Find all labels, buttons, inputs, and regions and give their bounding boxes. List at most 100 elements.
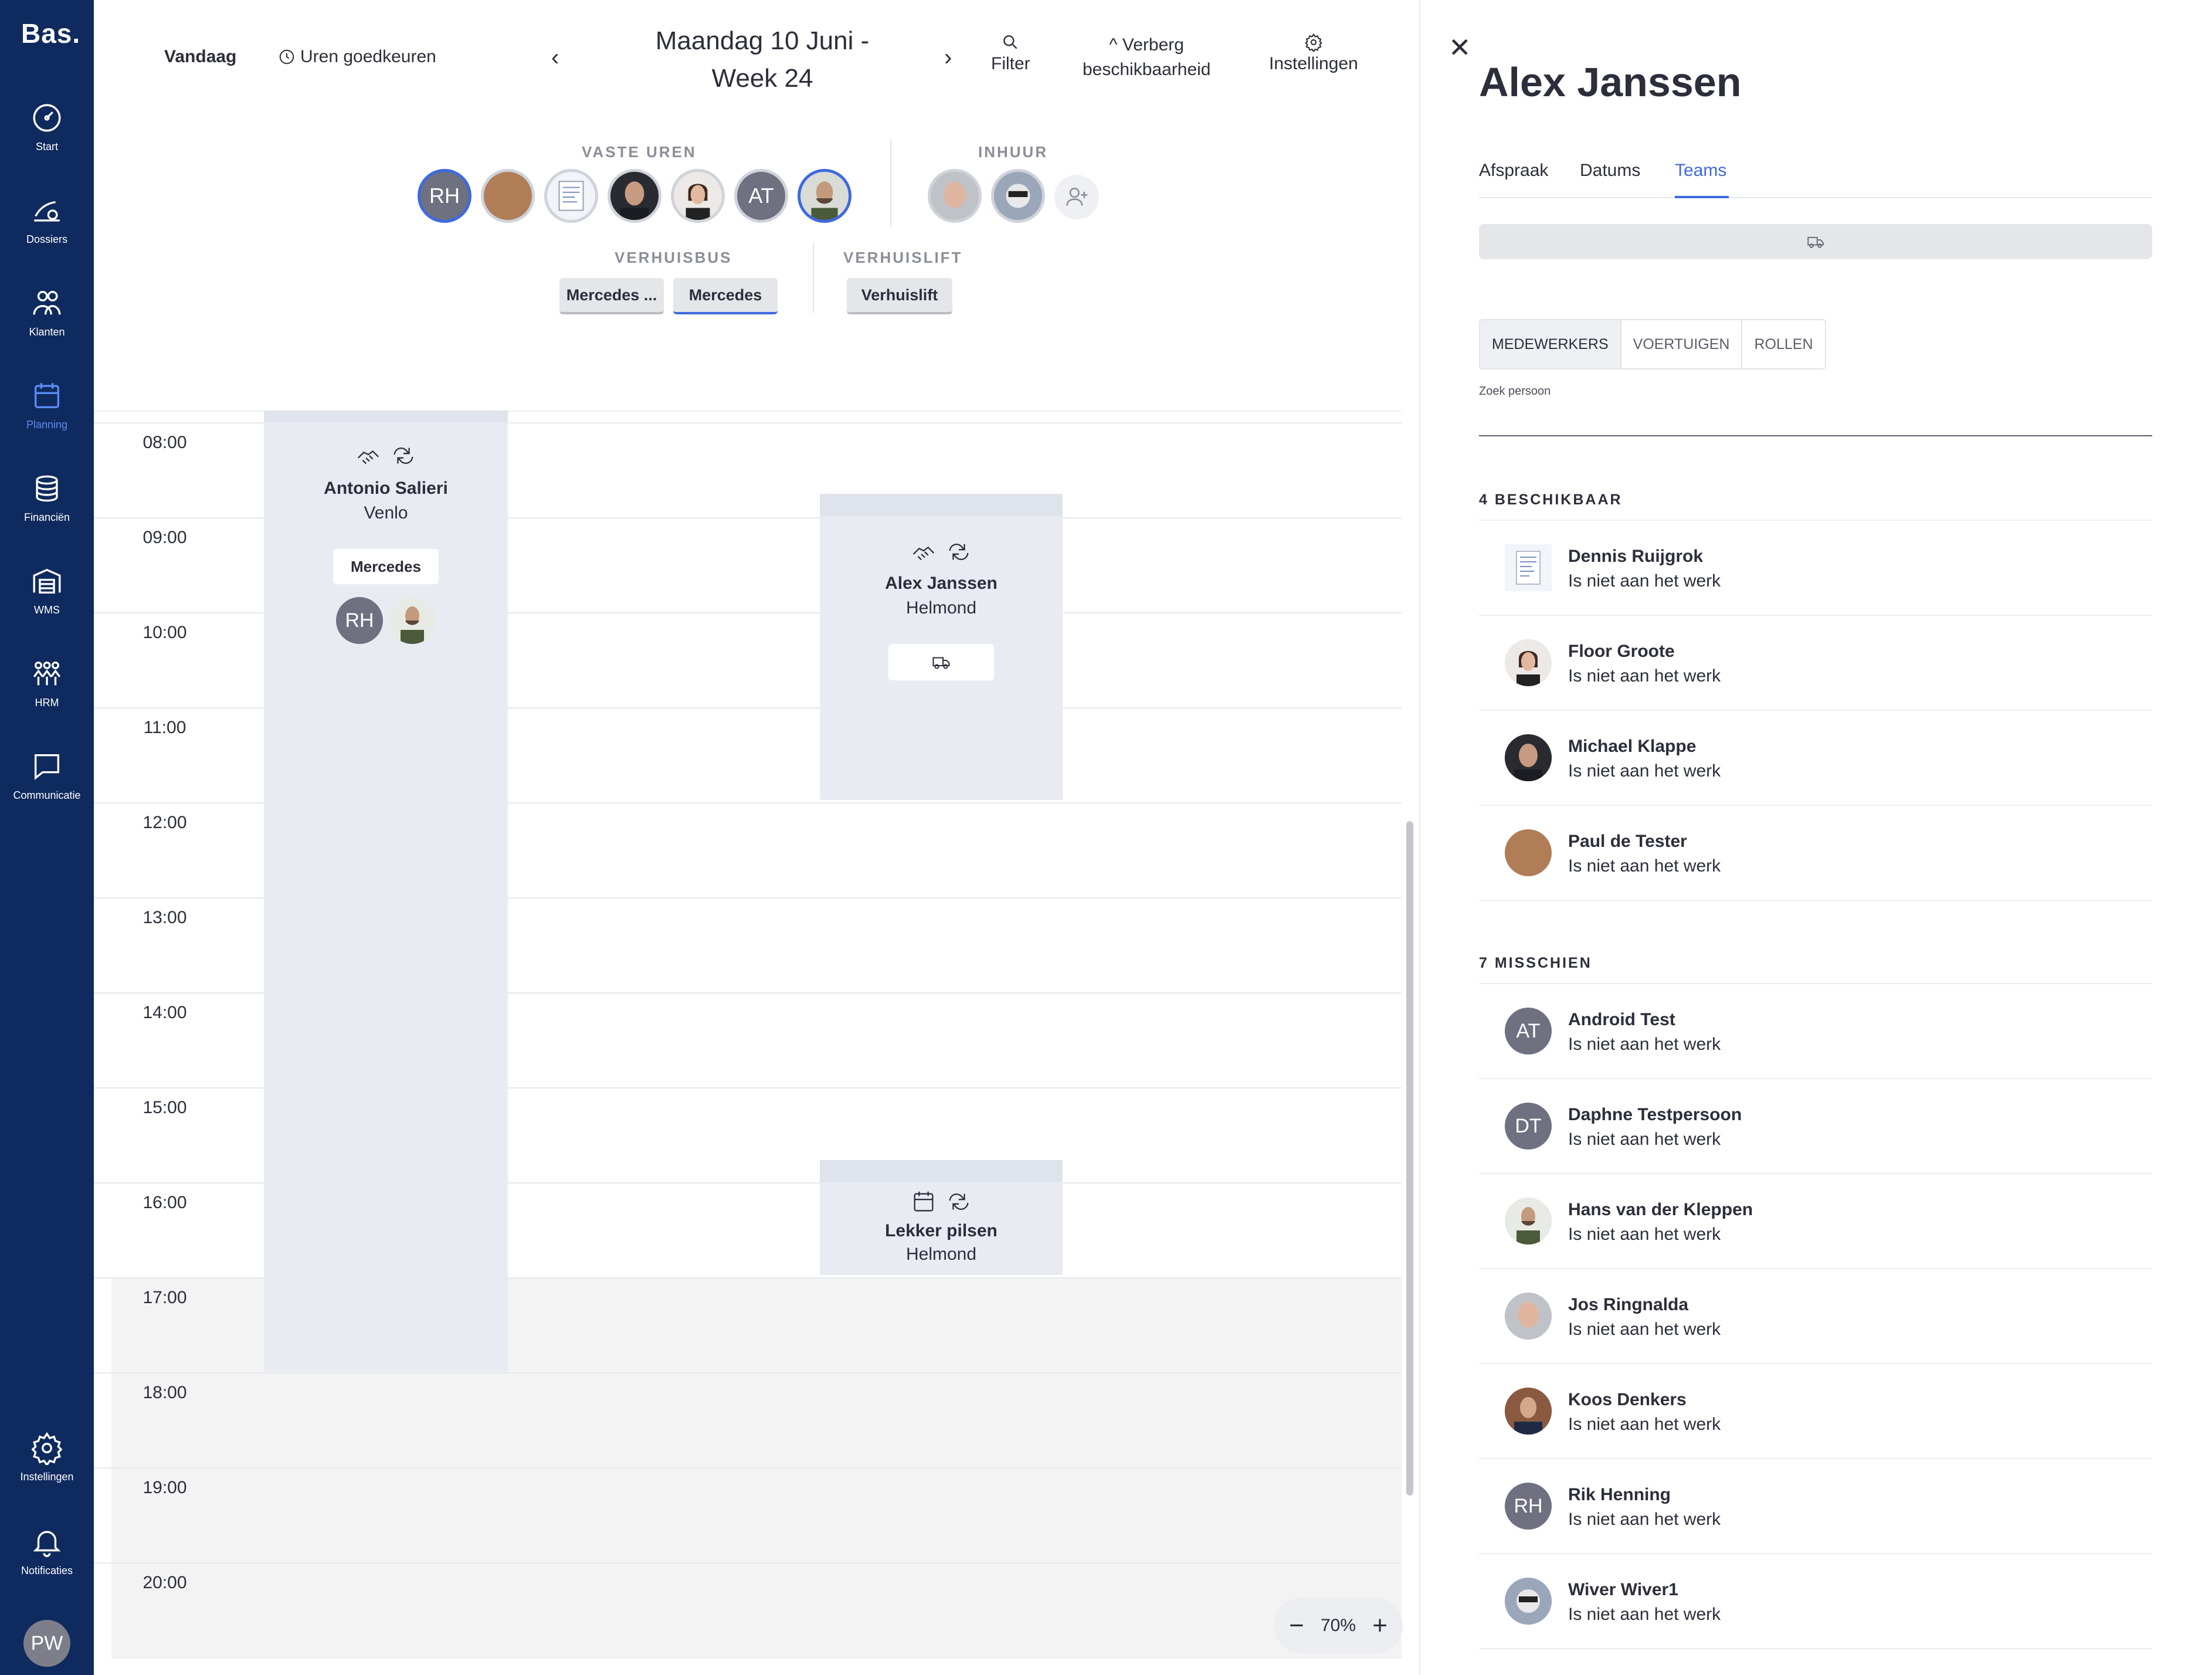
list-item[interactable]: Michael Klappe Is niet aan het werk xyxy=(1479,711,2152,806)
person-photo-icon xyxy=(1505,1293,1552,1340)
hour-label: 08:00 xyxy=(143,433,187,452)
calendar-event[interactable]: Alex Janssen Helmond xyxy=(820,494,1063,800)
avatar xyxy=(1505,1578,1552,1625)
sidebar-item-planning[interactable]: Planning xyxy=(0,379,94,431)
today-button[interactable]: Vandaag xyxy=(164,47,236,67)
list-item[interactable]: Floor Groote Is niet aan het werk xyxy=(1479,616,2152,711)
resource-avatar-document[interactable] xyxy=(544,169,598,223)
hour-label: 18:00 xyxy=(143,1383,187,1402)
sidebar-item-financien[interactable]: Financiën xyxy=(0,472,94,524)
avatar[interactable] xyxy=(389,597,436,644)
list-item[interactable]: RH Rik Henning Is niet aan het werk xyxy=(1479,1459,2152,1554)
segment-medewerkers[interactable]: MEDEWERKERS xyxy=(1480,320,1621,368)
available-heading: 4 BESCHIKBAAR xyxy=(1479,491,1623,508)
event-title: Lekker pilsen xyxy=(885,1221,998,1240)
sidebar-item-hrm[interactable]: HRM xyxy=(0,657,94,709)
event-team: RH xyxy=(264,597,508,644)
user-avatar[interactable]: PW xyxy=(23,1620,70,1667)
list-item[interactable]: DT Daphne Testpersoon Is niet aan het we… xyxy=(1479,1079,2152,1174)
event-icons xyxy=(264,442,508,469)
segment-rollen[interactable]: ROLLEN xyxy=(1742,320,1824,368)
filter-button[interactable]: Filter xyxy=(991,33,1030,76)
hour-label: 12:00 xyxy=(143,813,187,832)
group-divider xyxy=(890,138,891,226)
chevron-left-icon[interactable]: ‹ xyxy=(551,45,559,71)
calendar-icon xyxy=(914,1191,934,1212)
event-strip xyxy=(264,411,508,422)
event-location: Helmond xyxy=(905,1245,977,1264)
resource-avatar-photo[interactable] xyxy=(991,169,1045,223)
sidebar-item-instellingen[interactable]: Instellingen xyxy=(0,1431,94,1483)
resource-avatar-photo[interactable] xyxy=(671,169,725,223)
avatar: RH xyxy=(1505,1483,1552,1530)
tab-teams[interactable]: Teams xyxy=(1675,161,1726,181)
sidebar-item-label: Instellingen xyxy=(20,1471,74,1483)
list-item[interactable]: Dennis Ruijgrok Is niet aan het werk xyxy=(1479,521,2152,616)
resource-avatar-photo[interactable] xyxy=(608,169,661,223)
resource-avatar-at[interactable]: AT xyxy=(734,169,788,223)
list-item[interactable]: Koos Denkers Is niet aan het werk xyxy=(1479,1364,2152,1459)
event-icons xyxy=(820,538,1063,565)
calendar-event[interactable]: Lekker pilsen Helmond xyxy=(820,1160,1063,1275)
list-item[interactable]: Paul de Tester Is niet aan het werk xyxy=(1479,806,2152,901)
list-item[interactable]: Jos Ringnalda Is niet aan het werk xyxy=(1479,1269,2152,1364)
person-name: Rik Henning xyxy=(1568,1485,1671,1504)
group-divider xyxy=(813,243,814,313)
tab-afspraak[interactable]: Afspraak xyxy=(1479,161,1548,181)
close-icon[interactable]: ✕ xyxy=(1448,32,1471,63)
avatar[interactable]: RH xyxy=(336,597,383,644)
list-item[interactable]: Hans van der Kleppen Is niet aan het wer… xyxy=(1479,1174,2152,1269)
truck-icon xyxy=(1807,236,1824,248)
person-name: Michael Klappe xyxy=(1568,737,1697,756)
search-person-input[interactable] xyxy=(1479,405,2152,436)
hour-row: 19:00 xyxy=(94,1467,1402,1562)
approve-hours-button[interactable]: Uren goedkeuren xyxy=(278,47,436,67)
person-photo-icon xyxy=(1505,1198,1552,1245)
sidebar-item-start[interactable]: Start xyxy=(0,101,94,153)
event-vehicle-chip[interactable] xyxy=(888,644,994,680)
document-thumbnail-icon xyxy=(558,181,584,211)
tab-datums[interactable]: Datums xyxy=(1580,161,1640,181)
panel-title: Alex Janssen xyxy=(1479,59,1742,105)
segment-voertuigen[interactable]: VOERTUIGEN xyxy=(1621,320,1743,368)
vehicle-button[interactable]: Mercedes ... xyxy=(559,278,664,314)
settings-button[interactable]: Instellingen xyxy=(1269,33,1358,76)
person-status: Is niet aan het werk xyxy=(1568,1605,1721,1624)
zoom-in-button[interactable]: + xyxy=(1372,1613,1387,1639)
lift-button[interactable]: Verhuislift xyxy=(847,278,952,314)
avatar xyxy=(1505,1198,1552,1245)
avatar: DT xyxy=(1505,1103,1552,1150)
approve-hours-label: Uren goedkeuren xyxy=(300,47,436,66)
resource-avatar-photo[interactable] xyxy=(798,169,851,223)
person-photo-icon xyxy=(389,597,436,644)
avatar xyxy=(1505,734,1552,781)
vehicle-button[interactable]: Mercedes xyxy=(673,278,778,314)
resource-avatar-rh[interactable]: RH xyxy=(418,169,471,223)
sidebar-item-communicatie[interactable]: Communicatie xyxy=(0,750,94,802)
event-title: Alex Janssen xyxy=(885,574,998,593)
list-item[interactable]: Wiver Wiver1 Is niet aan het werk xyxy=(1479,1554,2152,1649)
chevron-right-icon[interactable]: › xyxy=(944,45,952,71)
calendar-event[interactable]: Antonio Salieri Venlo Mercedes RH xyxy=(264,411,508,1372)
sidebar-item-dossiers[interactable]: Dossiers xyxy=(0,194,94,246)
calendar-scrollbar[interactable] xyxy=(1406,821,1413,1496)
zoom-out-button[interactable]: − xyxy=(1289,1613,1304,1639)
sidebar-item-wms[interactable]: WMS xyxy=(0,564,94,616)
resource-avatar-photo[interactable] xyxy=(481,169,535,223)
person-name: Daphne Testpersoon xyxy=(1568,1105,1742,1124)
hour-label: 17:00 xyxy=(143,1288,187,1307)
vehicle-assignment-bar[interactable] xyxy=(1479,224,2152,259)
list-item[interactable]: AT Android Test Is niet aan het werk xyxy=(1479,984,2152,1079)
add-user-icon xyxy=(1066,188,1088,206)
sidebar-item-klanten[interactable]: Klanten xyxy=(0,286,94,338)
resource-avatar-photo[interactable] xyxy=(928,169,982,223)
settings-label: Instellingen xyxy=(1269,54,1358,73)
hide-availability-button[interactable]: ^ Verberg beschikbaarheid xyxy=(1083,33,1210,82)
add-person-button[interactable] xyxy=(1054,175,1099,219)
person-photo-icon xyxy=(674,172,722,220)
gear-icon xyxy=(1305,33,1322,52)
sidebar-item-notificaties[interactable]: Notificaties xyxy=(0,1525,94,1577)
event-vehicle-chip[interactable]: Mercedes xyxy=(333,549,439,584)
hour-row: 20:00 xyxy=(94,1562,1402,1657)
active-tab-indicator xyxy=(1675,196,1729,198)
